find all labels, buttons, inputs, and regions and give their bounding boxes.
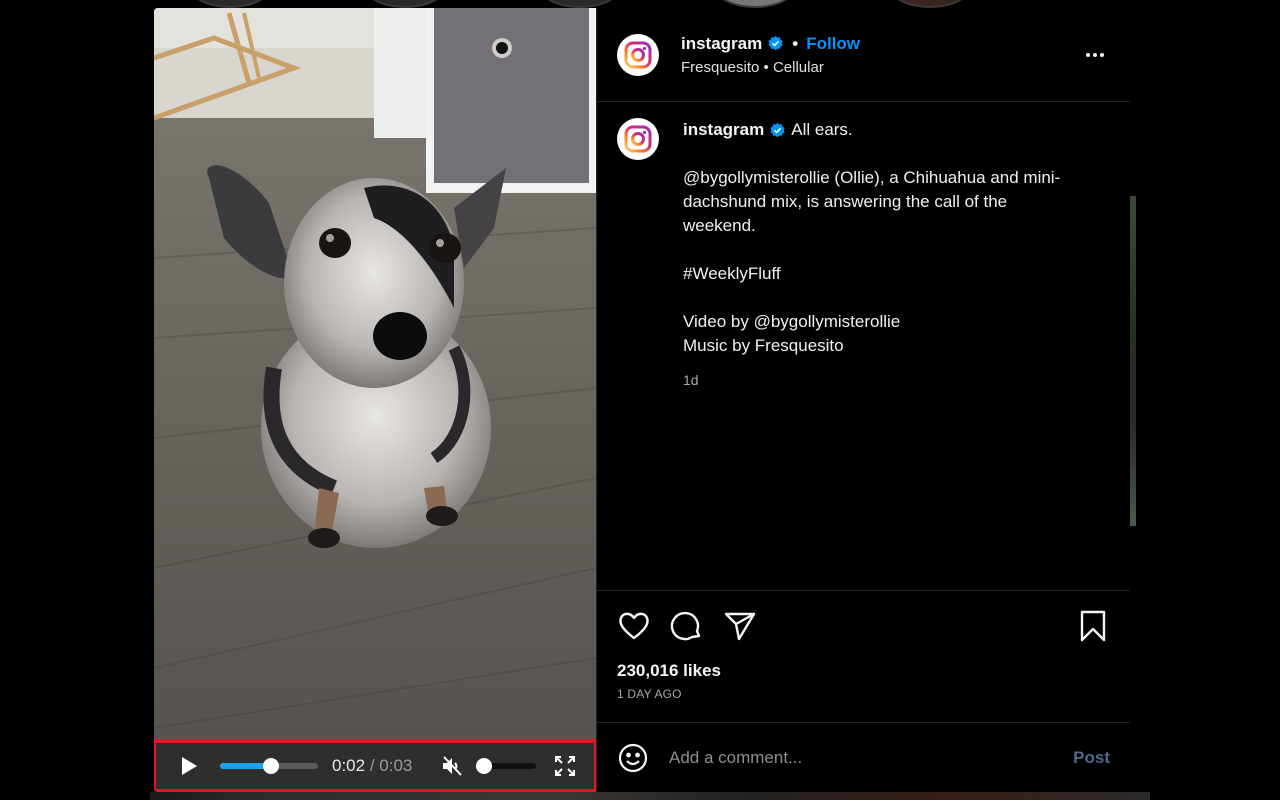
post-side-panel: instagram • Follow Fresquesito • Cellula… <box>596 8 1130 792</box>
caption-hashtag[interactable]: #WeeklyFluff <box>683 262 1083 286</box>
follow-button[interactable]: Follow <box>806 34 860 54</box>
background-stories-row <box>150 0 1150 8</box>
caption-body: instagram All ears. @bygollymisterollie … <box>683 118 1083 392</box>
volume-slider[interactable] <box>476 758 537 774</box>
share-icon <box>724 612 756 641</box>
post-media[interactable]: 0:02 / 0:03 <box>154 8 596 792</box>
video-duration: 0:03 <box>379 756 413 775</box>
caption-credit-music: Music by Fresquesito <box>683 336 844 355</box>
bookmark-icon <box>1080 610 1106 642</box>
save-button[interactable] <box>1076 609 1110 643</box>
comment-form: Post <box>597 722 1130 792</box>
caption-credits: Video by @bygollymisterollie Music by Fr… <box>683 310 1083 358</box>
story-avatar <box>715 0 795 8</box>
post-caption: instagram All ears. @bygollymisterollie … <box>617 118 1110 392</box>
post-header-row: instagram • Follow <box>681 34 860 54</box>
story-avatar <box>190 0 270 8</box>
volume-slider-thumb[interactable] <box>476 758 493 774</box>
caption-username-link[interactable]: instagram <box>683 118 764 142</box>
caption-paragraph: @bygollymisterollie (Ollie), a Chihuahua… <box>683 168 1061 235</box>
post-actions-area: 230,016 likes 1 DAY AGO <box>597 590 1130 722</box>
share-button[interactable] <box>723 609 757 643</box>
like-button[interactable] <box>617 609 651 643</box>
caption-timestamp[interactable]: 1d <box>683 368 1083 392</box>
instagram-logo-icon <box>624 41 652 68</box>
fullscreen-icon[interactable] <box>554 755 576 777</box>
comment-input[interactable] <box>669 747 1074 768</box>
post-date: 1 DAY AGO <box>617 687 682 701</box>
caption-first-text: All ears. <box>791 120 853 139</box>
video-progress-bar[interactable] <box>220 758 318 774</box>
story-avatar <box>540 0 620 8</box>
post-actions <box>617 591 1110 661</box>
video-frame-dog <box>154 8 596 792</box>
caption-avatar[interactable] <box>617 118 659 160</box>
video-time: 0:02 / 0:03 <box>332 756 412 776</box>
emoji-icon[interactable] <box>617 742 649 774</box>
caption-credit-video: Video by @bygollymisterollie <box>683 312 901 331</box>
video-progress-thumb[interactable] <box>262 758 279 774</box>
post-header: instagram • Follow Fresquesito • Cellula… <box>597 8 1130 102</box>
likes-count[interactable]: 230,016 likes <box>617 661 1110 681</box>
audio-attribution[interactable]: Fresquesito • Cellular <box>681 59 860 76</box>
post-header-text: instagram • Follow Fresquesito • Cellula… <box>681 34 860 76</box>
background-feed-bottom <box>150 792 1150 800</box>
heart-icon <box>619 612 649 640</box>
instagram-logo-icon <box>624 125 652 153</box>
comment-button[interactable] <box>670 609 704 643</box>
video-controls: 0:02 / 0:03 <box>154 739 596 792</box>
verified-badge-icon <box>768 35 783 51</box>
comment-icon <box>670 611 701 641</box>
avatar[interactable] <box>617 33 659 76</box>
username-link[interactable]: instagram <box>681 34 762 54</box>
caption-first-line: instagram All ears. <box>683 118 1083 142</box>
verified-badge-icon <box>770 122 785 137</box>
story-avatar <box>365 0 445 8</box>
post-comment-button[interactable]: Post <box>1073 748 1110 768</box>
video-time-separator: / <box>369 756 375 775</box>
muted-speaker-icon[interactable] <box>440 754 464 778</box>
more-options-icon[interactable] <box>1086 52 1104 57</box>
post-dialog: 0:02 / 0:03 instagram • Follow Fresquesi… <box>154 8 1130 792</box>
play-icon[interactable] <box>178 755 200 777</box>
story-avatar <box>890 0 970 8</box>
header-dot-separator: • <box>792 33 799 53</box>
background-feed-strip <box>1130 196 1136 526</box>
comments-section: instagram All ears. @bygollymisterollie … <box>597 102 1130 590</box>
video-current-time: 0:02 <box>332 756 366 775</box>
